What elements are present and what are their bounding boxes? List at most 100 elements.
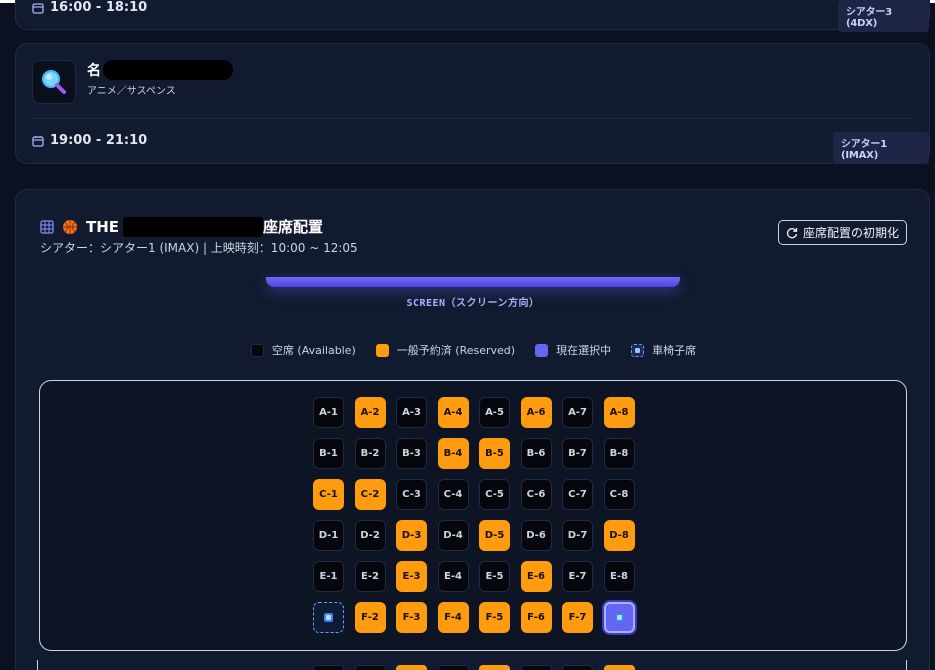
seat-wheelchair[interactable]	[313, 602, 344, 633]
seat[interactable]: D-1	[313, 520, 344, 551]
seat[interactable]: F-2	[354, 602, 386, 633]
seat[interactable]: A-6	[520, 397, 552, 428]
seat[interactable]: A-8	[603, 397, 635, 428]
seat-legend: 空席 (Available) 一般予約済 (Reserved) 現在選択中 車椅…	[16, 342, 931, 358]
legend-swatch-available	[250, 343, 264, 357]
calendar-icon	[32, 2, 44, 14]
seat[interactable]: C-2	[354, 479, 386, 510]
seat-partial[interactable]	[313, 665, 344, 670]
seat[interactable]: A-4	[437, 397, 469, 428]
seat[interactable]: D-3	[396, 520, 427, 551]
seat-partial[interactable]	[479, 665, 510, 670]
legend-swatch-reserved	[375, 343, 389, 357]
seat[interactable]: B-1	[313, 438, 344, 469]
seat[interactable]: F-4	[437, 602, 469, 633]
seat[interactable]: E-3	[396, 561, 427, 592]
seat[interactable]: C-5	[479, 479, 510, 510]
legend-swatch-wheelchair	[631, 343, 645, 357]
seat[interactable]: D-7	[562, 520, 593, 551]
showtime-row[interactable]: 19:00 - 21:10	[32, 133, 147, 148]
seat[interactable]: F-7	[562, 602, 593, 633]
seat-partial[interactable]	[520, 665, 552, 670]
reset-seatmap-button[interactable]: 座席配置の初期化	[778, 220, 907, 245]
seat[interactable]: D-6	[520, 520, 552, 551]
seat[interactable]: E-2	[354, 561, 386, 592]
theater-badge: シアター1 (IMAX)	[833, 132, 929, 164]
seat[interactable]: E-6	[520, 561, 552, 592]
seat[interactable]: C-6	[520, 479, 552, 510]
seat[interactable]: D-2	[354, 520, 386, 551]
seat[interactable]: E-7	[562, 561, 593, 592]
showtime-text: 16:00 - 18:10	[50, 0, 148, 15]
seat[interactable]: D-4	[437, 520, 469, 551]
seat-wheelchair[interactable]	[603, 602, 635, 633]
seat[interactable]: B-5	[479, 438, 510, 469]
showtime-text: 19:00 - 21:10	[50, 133, 148, 148]
legend-label: 一般予約済 (Reserved)	[396, 344, 516, 357]
redacted-block	[123, 216, 264, 237]
seat[interactable]: C-4	[437, 479, 469, 510]
seat[interactable]: A-1	[313, 397, 344, 428]
refresh-icon	[786, 227, 798, 238]
card-divider	[32, 118, 913, 119]
seat[interactable]: C-8	[603, 479, 635, 510]
seatmap-subtitle: シアター：シアター1 (IMAX) | 上映時刻：10:00 ~ 12:05	[40, 241, 358, 255]
screen-label: SCREEN（スクリーン方向）	[406, 298, 540, 309]
seat[interactable]: E-5	[479, 561, 510, 592]
seat[interactable]: B-2	[354, 438, 386, 469]
seat[interactable]: B-7	[562, 438, 593, 469]
seat[interactable]: D-8	[603, 520, 635, 551]
legend-selected: 現在選択中	[535, 342, 611, 358]
legend-wheelchair: 車椅子席	[631, 342, 696, 358]
seat[interactable]: E-4	[437, 561, 469, 592]
showtime-card-previous[interactable]: 16:00 - 18:10 シアター3 (4DX)	[15, 0, 930, 32]
legend-label: 空席 (Available)	[271, 344, 356, 357]
seat[interactable]: B-4	[437, 438, 469, 469]
seat[interactable]: D-5	[479, 520, 510, 551]
seat[interactable]: C-7	[562, 479, 593, 510]
seat[interactable]: F-3	[396, 602, 427, 633]
magnifier-icon	[42, 70, 66, 94]
seatmap-title-suffix: 座席配置	[263, 218, 324, 236]
seat[interactable]: A-2	[354, 397, 386, 428]
screen-indicator	[266, 277, 680, 287]
seat[interactable]: E-1	[313, 561, 344, 592]
seatmap-title: THE 座席配置	[40, 216, 323, 237]
seat[interactable]: F-6	[520, 602, 552, 633]
movie-title: 名	[87, 60, 233, 80]
seat[interactable]: B-8	[603, 438, 635, 469]
seat[interactable]: A-3	[396, 397, 427, 428]
seat-partial[interactable]	[562, 665, 593, 670]
legend-label: 車椅子席	[652, 344, 697, 357]
movie-thumbnail	[32, 60, 76, 104]
movie-title-text: 名	[87, 63, 101, 79]
movie-card[interactable]: 名 アニメ／サスペンス 19:00 - 21:10 シアター1 (IMAX)	[15, 43, 930, 164]
seat[interactable]: B-6	[520, 438, 552, 469]
legend-reserved: 一般予約済 (Reserved)	[375, 342, 516, 358]
legend-label: 現在選択中	[556, 344, 612, 357]
reset-button-label: 座席配置の初期化	[802, 226, 899, 240]
seat-partial[interactable]	[354, 665, 386, 670]
calendar-icon	[32, 135, 44, 147]
seat[interactable]: A-7	[562, 397, 593, 428]
seat-partial[interactable]	[437, 665, 469, 670]
seatmap-card: THE 座席配置 シアター：シアター1 (IMAX) | 上映時刻：10:00 …	[15, 189, 930, 670]
movie-genre: アニメ／サスペンス	[87, 86, 176, 97]
seat[interactable]: A-5	[479, 397, 510, 428]
seat[interactable]: F-5	[479, 602, 510, 633]
theater-badge: シアター3 (4DX)	[838, 0, 929, 32]
seat[interactable]: B-3	[396, 438, 427, 469]
seat-partial[interactable]	[396, 665, 427, 670]
wheelchair-icon	[614, 613, 624, 622]
seat-grid: A-1 A-2 A-3 A-4 A-5 A-6 A-7 A-8 B-1 B-2 B-3 B-4 B-5 B…	[313, 397, 635, 633]
seat[interactable]: C-3	[396, 479, 427, 510]
seat-grid-panel: A-1 A-2 A-3 A-4 A-5 A-6 A-7 A-8 B-1 B-2 B-3 B-4 B-5 B…	[39, 380, 907, 651]
seat-grid-panel-next	[37, 660, 907, 670]
showtime-row: 16:00 - 18:10	[32, 0, 147, 15]
seat-partial[interactable]	[603, 665, 635, 670]
legend-swatch-selected	[535, 343, 549, 357]
grid-icon	[40, 219, 54, 234]
legend-available: 空席 (Available)	[250, 342, 356, 358]
seat[interactable]: C-1	[313, 479, 344, 510]
seat[interactable]: E-8	[603, 561, 635, 592]
